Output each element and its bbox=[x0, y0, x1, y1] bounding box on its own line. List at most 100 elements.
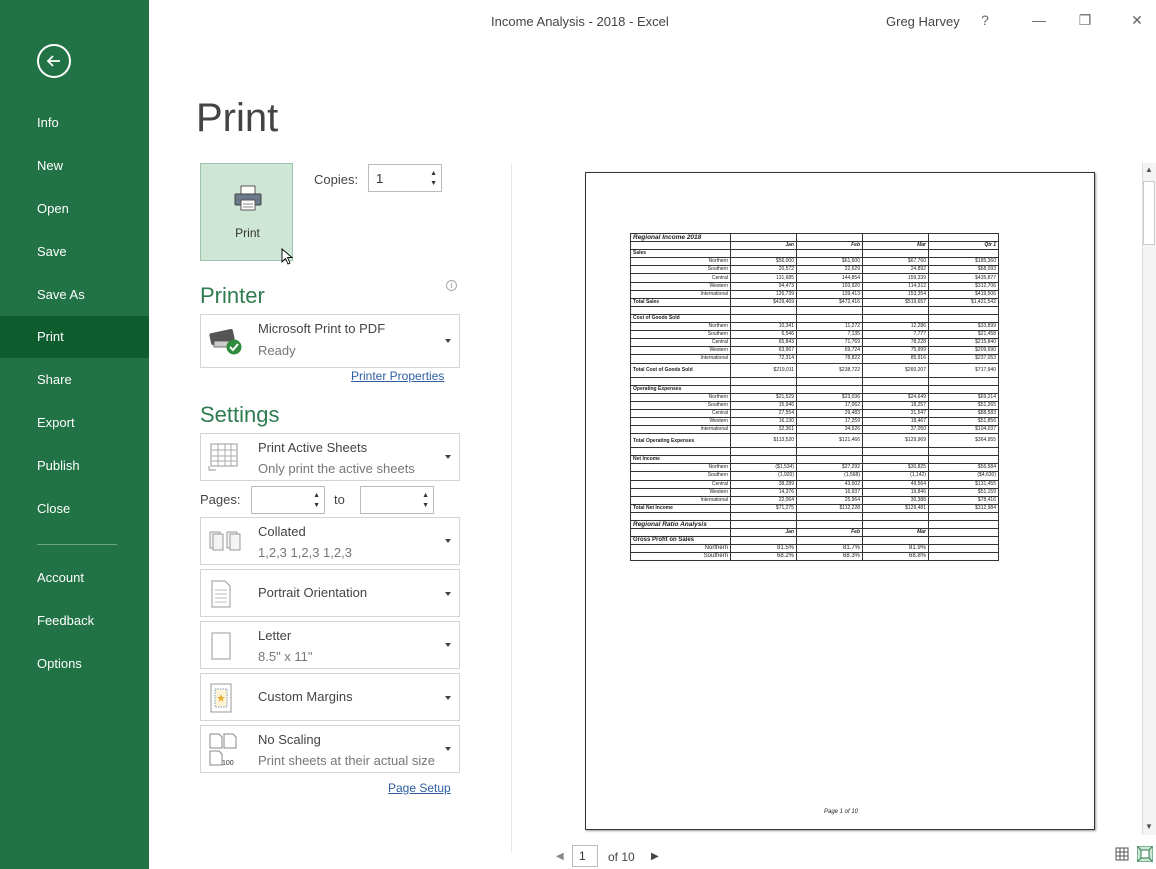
table-row: International 22,064 25,964 30,388 $78,416 bbox=[630, 495, 999, 505]
value-cell: 63,967 bbox=[730, 346, 797, 356]
sheet-cell bbox=[862, 536, 929, 546]
collation-dropdown[interactable]: Collated 1,2,3 1,2,3 1,2,3 bbox=[200, 517, 460, 565]
value-cell: 31,547 bbox=[862, 408, 929, 418]
row-label: Western bbox=[630, 487, 731, 497]
scaling-icon-text: 100 bbox=[222, 760, 234, 767]
show-margins-icon[interactable] bbox=[1114, 846, 1130, 862]
row-label: Northern bbox=[630, 322, 731, 332]
pages-to-input[interactable]: ▲ ▼ bbox=[360, 486, 434, 514]
nav-feedback[interactable]: Feedback bbox=[0, 600, 149, 642]
total-value: $129,481 bbox=[862, 503, 929, 513]
total-value: $71,275 bbox=[730, 503, 797, 513]
spin-down-icon[interactable]: ▼ bbox=[422, 502, 429, 509]
scroll-up-icon[interactable]: ▲ bbox=[1143, 165, 1155, 174]
nav-new[interactable]: New bbox=[0, 145, 149, 187]
value-cell: $68,093 bbox=[928, 265, 999, 275]
value-cell: $215,840 bbox=[928, 338, 999, 348]
orientation-main: Portrait Orientation bbox=[258, 585, 368, 600]
table-row: Central 65,843 71,769 78,228 $215,840 bbox=[630, 338, 999, 348]
back-button[interactable] bbox=[37, 44, 71, 78]
sheet-cell bbox=[862, 232, 929, 243]
spin-down-icon[interactable]: ▼ bbox=[313, 502, 320, 509]
zoom-to-page-icon[interactable] bbox=[1137, 846, 1153, 862]
ratio-column-header: Jan bbox=[730, 528, 797, 538]
copies-stepper[interactable]: 1 ▲ ▼ bbox=[368, 164, 442, 192]
row-label: International bbox=[630, 289, 731, 299]
scroll-thumb[interactable] bbox=[1143, 181, 1155, 245]
ratio-row-label: Northern bbox=[630, 544, 731, 554]
total-value: $260,207 bbox=[862, 362, 929, 378]
user-name[interactable]: Greg Harvey bbox=[886, 14, 960, 29]
sheet-title-row: Regional Income 2018 bbox=[630, 232, 999, 243]
page-setup-link[interactable]: Page Setup bbox=[388, 781, 451, 795]
printer-properties-link[interactable]: Printer Properties bbox=[351, 369, 444, 383]
minimize-button[interactable]: — bbox=[1030, 12, 1048, 28]
current-page-input[interactable]: 1 bbox=[572, 845, 598, 867]
help-button[interactable]: ? bbox=[976, 12, 994, 28]
nav-share[interactable]: Share bbox=[0, 359, 149, 401]
nav-open[interactable]: Open bbox=[0, 188, 149, 230]
blank-row bbox=[630, 376, 999, 386]
sheet-cell bbox=[862, 313, 929, 324]
print-what-dropdown[interactable]: Print Active Sheets Only print the activ… bbox=[200, 433, 460, 481]
spin-up-icon[interactable]: ▲ bbox=[430, 170, 437, 177]
pages-from-input[interactable]: ▲ ▼ bbox=[251, 486, 325, 514]
row-label: Central bbox=[630, 273, 731, 283]
nav-close[interactable]: Close bbox=[0, 488, 149, 530]
printer-dropdown[interactable]: Microsoft Print to PDF Ready bbox=[200, 314, 460, 368]
column-header: Mar bbox=[862, 241, 929, 251]
spin-up-icon[interactable]: ▲ bbox=[313, 492, 320, 499]
close-window-button[interactable]: ✕ bbox=[1128, 12, 1146, 29]
spin-up-icon[interactable]: ▲ bbox=[422, 492, 429, 499]
orientation-dropdown[interactable]: Portrait Orientation bbox=[200, 569, 460, 617]
print-what-main: Print Active Sheets bbox=[258, 440, 368, 455]
nav-options[interactable]: Options bbox=[0, 643, 149, 685]
row-label: International bbox=[630, 354, 731, 364]
value-cell: 12,286 bbox=[862, 322, 929, 332]
nav-save[interactable]: Save bbox=[0, 231, 149, 273]
sheet-cell bbox=[862, 447, 929, 457]
row-label: Southern bbox=[630, 330, 731, 340]
restore-button[interactable]: ❐ bbox=[1076, 12, 1094, 29]
next-page-icon[interactable]: ▶ bbox=[651, 851, 659, 862]
sheet-cell bbox=[928, 519, 999, 530]
sheet-cell bbox=[796, 455, 863, 465]
sheet-cell bbox=[928, 528, 999, 538]
scaling-main: No Scaling bbox=[258, 732, 321, 747]
nav-print[interactable]: Print bbox=[0, 316, 149, 358]
value-cell: $33,899 bbox=[928, 322, 999, 332]
table-row: Southern 6,546 7,135 7,777 $21,458 bbox=[630, 330, 999, 340]
total-row: Total Net Income $71,275 $112,228 $129,481 $… bbox=[630, 503, 999, 513]
value-cell: $30,825 bbox=[862, 463, 929, 473]
scaling-dropdown[interactable]: 100 No Scaling Print sheets at their act… bbox=[200, 725, 460, 773]
margins-dropdown[interactable]: Custom Margins bbox=[200, 673, 460, 721]
print-button[interactable]: Print bbox=[200, 163, 294, 265]
row-label: Central bbox=[630, 408, 731, 418]
preview-scrollbar[interactable] bbox=[1142, 163, 1156, 835]
info-icon[interactable]: i bbox=[446, 280, 457, 291]
sheet-cell bbox=[730, 536, 797, 546]
previous-page-icon[interactable]: ◀ bbox=[556, 851, 564, 862]
paper-main: Letter bbox=[258, 628, 292, 643]
nav-publish[interactable]: Publish bbox=[0, 445, 149, 487]
preview-sheet-table: Regional Income 2018 Jan Feb Mar Qtr 1 Sales N… bbox=[630, 232, 999, 562]
portrait-page-icon bbox=[211, 580, 231, 608]
paper-size-dropdown[interactable]: Letter 8.5" x 11" bbox=[200, 621, 460, 669]
value-cell: 75,999 bbox=[862, 346, 929, 356]
nav-export[interactable]: Export bbox=[0, 402, 149, 444]
nav-info[interactable]: Info bbox=[0, 102, 149, 144]
scroll-down-icon[interactable]: ▼ bbox=[1143, 822, 1155, 831]
ratio-row: Southern 68.2% 68.3% 68.8% bbox=[630, 552, 999, 562]
printer-status: Ready bbox=[258, 343, 296, 358]
value-cell: 69,724 bbox=[796, 346, 863, 356]
total-value: $121,466 bbox=[796, 433, 863, 449]
sheet-cell bbox=[796, 447, 863, 457]
nav-account[interactable]: Account bbox=[0, 557, 149, 599]
value-cell: 18,257 bbox=[862, 400, 929, 410]
nav-save-as[interactable]: Save As bbox=[0, 274, 149, 316]
value-cell: $51,265 bbox=[928, 400, 999, 410]
no-scaling-icon: 100 bbox=[209, 733, 237, 767]
spin-down-icon[interactable]: ▼ bbox=[430, 180, 437, 187]
value-cell: 85,916 bbox=[862, 354, 929, 364]
value-cell: $21,529 bbox=[730, 392, 797, 402]
